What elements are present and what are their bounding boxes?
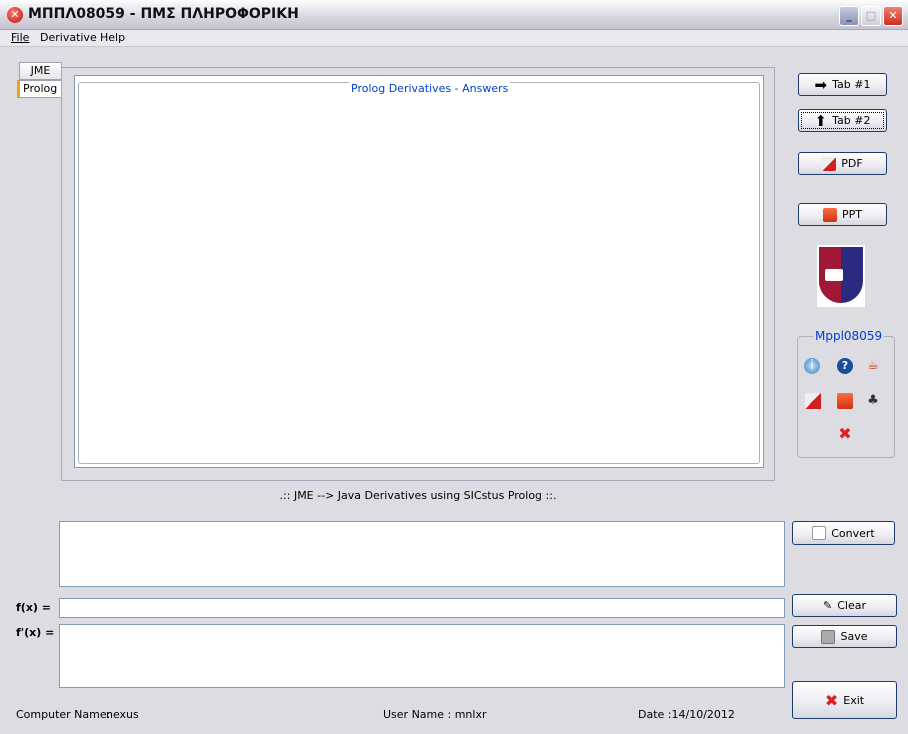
club-icon[interactable]: ♣	[865, 393, 881, 409]
arrow-up-icon: ⬆	[814, 111, 828, 130]
close-icon[interactable]: ✖	[837, 426, 853, 442]
dfx-label: f'(x) =	[16, 626, 55, 639]
clear-label: Clear	[837, 599, 866, 612]
tab2-button[interactable]: ⬆ Tab #2	[798, 109, 887, 132]
computer-name-value: nexus	[106, 708, 139, 721]
ppt-icon	[823, 207, 837, 222]
save-label: Save	[840, 630, 868, 643]
eraser-icon: ✎	[823, 599, 833, 612]
group-title: Mppl08059	[813, 329, 885, 343]
disk-icon	[821, 629, 836, 644]
tab1-label: Tab #1	[832, 78, 871, 91]
answers-title: Prolog Derivatives - Answers	[349, 82, 511, 95]
tab2-label: Tab #2	[832, 114, 871, 127]
close-button[interactable]: ✕	[883, 6, 903, 26]
ppt-label: PPT	[842, 208, 862, 221]
computer-name-label: Computer Name:	[16, 708, 111, 721]
minimize-button[interactable]: _	[839, 6, 859, 26]
save-button[interactable]: Save	[792, 625, 897, 648]
app-icon: ✕	[7, 7, 23, 23]
user-name: User Name : mnlxr	[383, 708, 487, 721]
pdf-icon[interactable]	[805, 393, 821, 409]
document-icon	[812, 526, 827, 540]
university-logo	[817, 245, 865, 307]
arrow-right-icon: ➡	[814, 75, 828, 94]
menu-derivative[interactable]: Derivative	[40, 31, 97, 44]
info-icon[interactable]: i	[804, 358, 820, 374]
fx-field[interactable]	[59, 598, 785, 618]
window-title: ΜΠΠΛ08059 - ΠΜΣ ΠΛΗΡΟΦΟΡΙΚΗ	[28, 6, 299, 22]
title-bar: ✕ ΜΠΠΛ08059 - ΠΜΣ ΠΛΗΡΟΦΟΡΙΚΗ _ □ ✕	[0, 0, 908, 30]
menu-file[interactable]: File	[11, 31, 29, 44]
maximize-button[interactable]: □	[861, 6, 881, 26]
tab-jme[interactable]: JME	[19, 62, 62, 80]
menu-help[interactable]: Help	[100, 31, 125, 44]
exit-button[interactable]: ✖ Exit	[792, 681, 897, 719]
expression-input[interactable]	[59, 521, 785, 587]
fx-label: f(x) =	[16, 601, 51, 614]
tab1-button[interactable]: ➡ Tab #1	[798, 73, 887, 96]
ppt-icon[interactable]	[837, 393, 853, 409]
answers-border: Prolog Derivatives - Answers	[78, 82, 760, 464]
convert-button[interactable]: Convert	[792, 521, 895, 545]
pdf-label: PDF	[841, 157, 863, 170]
exit-label: Exit	[843, 693, 865, 707]
answers-area[interactable]: Prolog Derivatives - Answers	[74, 75, 764, 468]
date: Date :14/10/2012	[638, 708, 735, 721]
ppt-button[interactable]: PPT	[798, 203, 887, 226]
clear-button[interactable]: ✎ Clear	[792, 594, 897, 617]
caption: .:: JME --> Java Derivatives using SICst…	[279, 489, 557, 502]
close-icon: ✖	[824, 690, 839, 710]
pdf-icon	[822, 156, 837, 171]
java-icon[interactable]: ☕	[865, 358, 881, 374]
dfx-field[interactable]	[59, 624, 785, 688]
menu-bar: File Derivative Help	[0, 30, 908, 47]
pdf-button[interactable]: PDF	[798, 152, 887, 175]
convert-label: Convert	[831, 526, 875, 540]
tools-group: Mppl08059 i ? ☕ ♣ ✖	[797, 329, 895, 458]
help-icon[interactable]: ?	[837, 358, 853, 374]
tab-prolog[interactable]: Prolog	[17, 80, 62, 98]
